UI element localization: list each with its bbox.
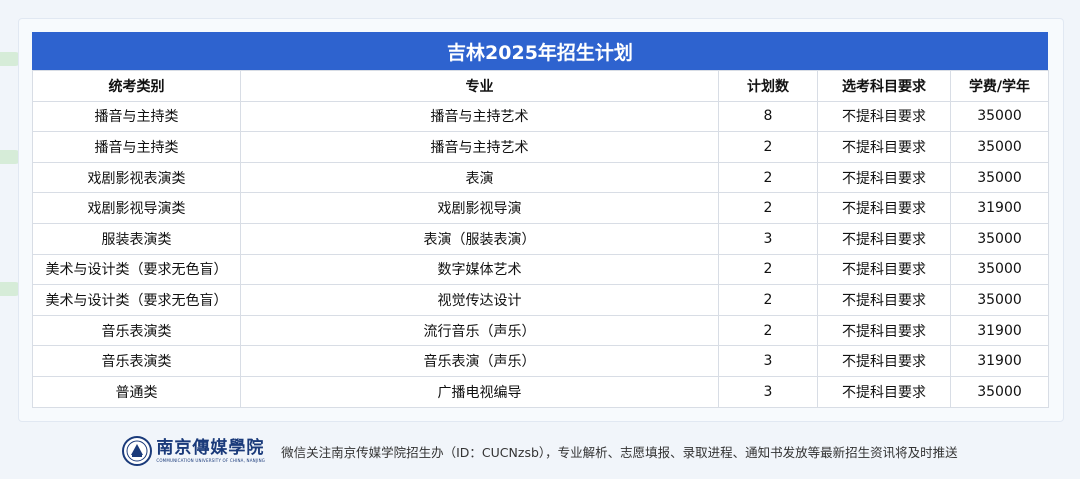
university-emblem-icon	[122, 436, 153, 466]
cell-major: 数字媒体艺术	[240, 253, 719, 286]
cell-subject-requirement: 不提科目要求	[817, 222, 951, 255]
cell-tuition: 31900	[950, 192, 1049, 224]
cell-major: 播音与主持艺术	[240, 100, 719, 133]
logo-chinese-name: 南京傳媒學院	[156, 437, 265, 458]
column-header-subject-requirement: 选考科目要求	[817, 70, 951, 102]
cell-tuition: 31900	[950, 314, 1049, 347]
cell-category: 播音与主持类	[32, 100, 241, 133]
cell-tuition: 35000	[950, 161, 1049, 194]
table-row: 音乐表演类 流行音乐（声乐） 2 不提科目要求 31900	[32, 314, 1049, 347]
table-title: 吉林2025年招生计划	[32, 32, 1048, 70]
table-row: 戏剧影视导演类 戏剧影视导演 2 不提科目要求 31900	[32, 192, 1049, 224]
table-row: 播音与主持类 播音与主持艺术 2 不提科目要求 35000	[32, 131, 1049, 163]
cell-category: 美术与设计类（要求无色盲）	[32, 253, 241, 286]
cell-plan-count: 8	[718, 100, 818, 133]
university-logo: 南京傳媒學院 COMMUNICATION UNIVERSITY OF CHINA…	[122, 436, 265, 466]
cell-plan-count: 2	[718, 131, 818, 163]
cell-category: 播音与主持类	[32, 131, 241, 163]
table-row: 美术与设计类（要求无色盲） 视觉传达设计 2 不提科目要求 35000	[32, 284, 1049, 316]
enrollment-table: 统考类别 专业 计划数 选考科目要求 学费/学年 播音与主持类 播音与主持艺术 …	[32, 70, 1049, 408]
cell-major: 播音与主持艺术	[240, 131, 719, 163]
cell-category: 普通类	[32, 375, 241, 408]
column-header-category: 统考类别	[32, 70, 241, 102]
column-header-tuition: 学费/学年	[950, 70, 1049, 102]
logo-english-name: COMMUNICATION UNIVERSITY OF CHINA, NANJI…	[156, 457, 266, 463]
table-row: 音乐表演类 音乐表演（声乐） 3 不提科目要求 31900	[32, 345, 1049, 377]
cell-major: 戏剧影视导演	[240, 192, 719, 224]
cell-subject-requirement: 不提科目要求	[817, 375, 951, 408]
cell-plan-count: 3	[718, 222, 818, 255]
column-header-plan-count: 计划数	[718, 70, 818, 102]
cell-subject-requirement: 不提科目要求	[817, 192, 951, 224]
cell-subject-requirement: 不提科目要求	[817, 284, 951, 316]
cell-major: 表演	[240, 161, 719, 194]
cell-subject-requirement: 不提科目要求	[817, 100, 951, 133]
cell-plan-count: 2	[718, 161, 818, 194]
cell-major: 流行音乐（声乐）	[240, 314, 719, 347]
footer: 南京傳媒學院 COMMUNICATION UNIVERSITY OF CHINA…	[0, 431, 1080, 471]
footer-note: 微信关注南京传媒学院招生办（ID：CUCNzsb），专业解析、志愿填报、录取进程…	[281, 444, 958, 460]
cell-category: 音乐表演类	[32, 314, 241, 347]
cell-subject-requirement: 不提科目要求	[817, 131, 951, 163]
cell-tuition: 35000	[950, 222, 1049, 255]
cell-category: 服装表演类	[32, 222, 241, 255]
table-row: 普通类 广播电视编导 3 不提科目要求 35000	[32, 375, 1049, 408]
cell-tuition: 35000	[950, 284, 1049, 316]
cell-subject-requirement: 不提科目要求	[817, 253, 951, 286]
cell-subject-requirement: 不提科目要求	[817, 345, 951, 377]
table-header-row: 统考类别 专业 计划数 选考科目要求 学费/学年	[32, 70, 1049, 102]
cell-tuition: 35000	[950, 375, 1049, 408]
cell-plan-count: 3	[718, 375, 818, 408]
cell-tuition: 35000	[950, 131, 1049, 163]
cell-subject-requirement: 不提科目要求	[817, 161, 951, 194]
cell-category: 美术与设计类（要求无色盲）	[32, 284, 241, 316]
cell-category: 戏剧影视表演类	[32, 161, 241, 194]
table-row: 戏剧影视表演类 表演 2 不提科目要求 35000	[32, 161, 1049, 194]
cell-tuition: 35000	[950, 100, 1049, 133]
table-row: 美术与设计类（要求无色盲） 数字媒体艺术 2 不提科目要求 35000	[32, 253, 1049, 286]
cell-category: 音乐表演类	[32, 345, 241, 377]
cell-category: 戏剧影视导演类	[32, 192, 241, 224]
table-row: 服装表演类 表演（服装表演） 3 不提科目要求 35000	[32, 222, 1049, 255]
cell-plan-count: 2	[718, 284, 818, 316]
cell-plan-count: 2	[718, 253, 818, 286]
table-row: 播音与主持类 播音与主持艺术 8 不提科目要求 35000	[32, 100, 1049, 133]
cell-tuition: 35000	[950, 253, 1049, 286]
column-header-major: 专业	[240, 70, 719, 102]
cell-major: 广播电视编导	[240, 375, 719, 408]
cell-major: 表演（服装表演）	[240, 222, 719, 255]
cell-tuition: 31900	[950, 345, 1049, 377]
cell-plan-count: 3	[718, 345, 818, 377]
cell-subject-requirement: 不提科目要求	[817, 314, 951, 347]
cell-plan-count: 2	[718, 192, 818, 224]
enrollment-plan: 吉林2025年招生计划 统考类别 专业 计划数 选考科目要求 学费/学年 播音与…	[32, 32, 1049, 408]
cell-major: 音乐表演（声乐）	[240, 345, 719, 377]
cell-plan-count: 2	[718, 314, 818, 347]
cell-major: 视觉传达设计	[240, 284, 719, 316]
